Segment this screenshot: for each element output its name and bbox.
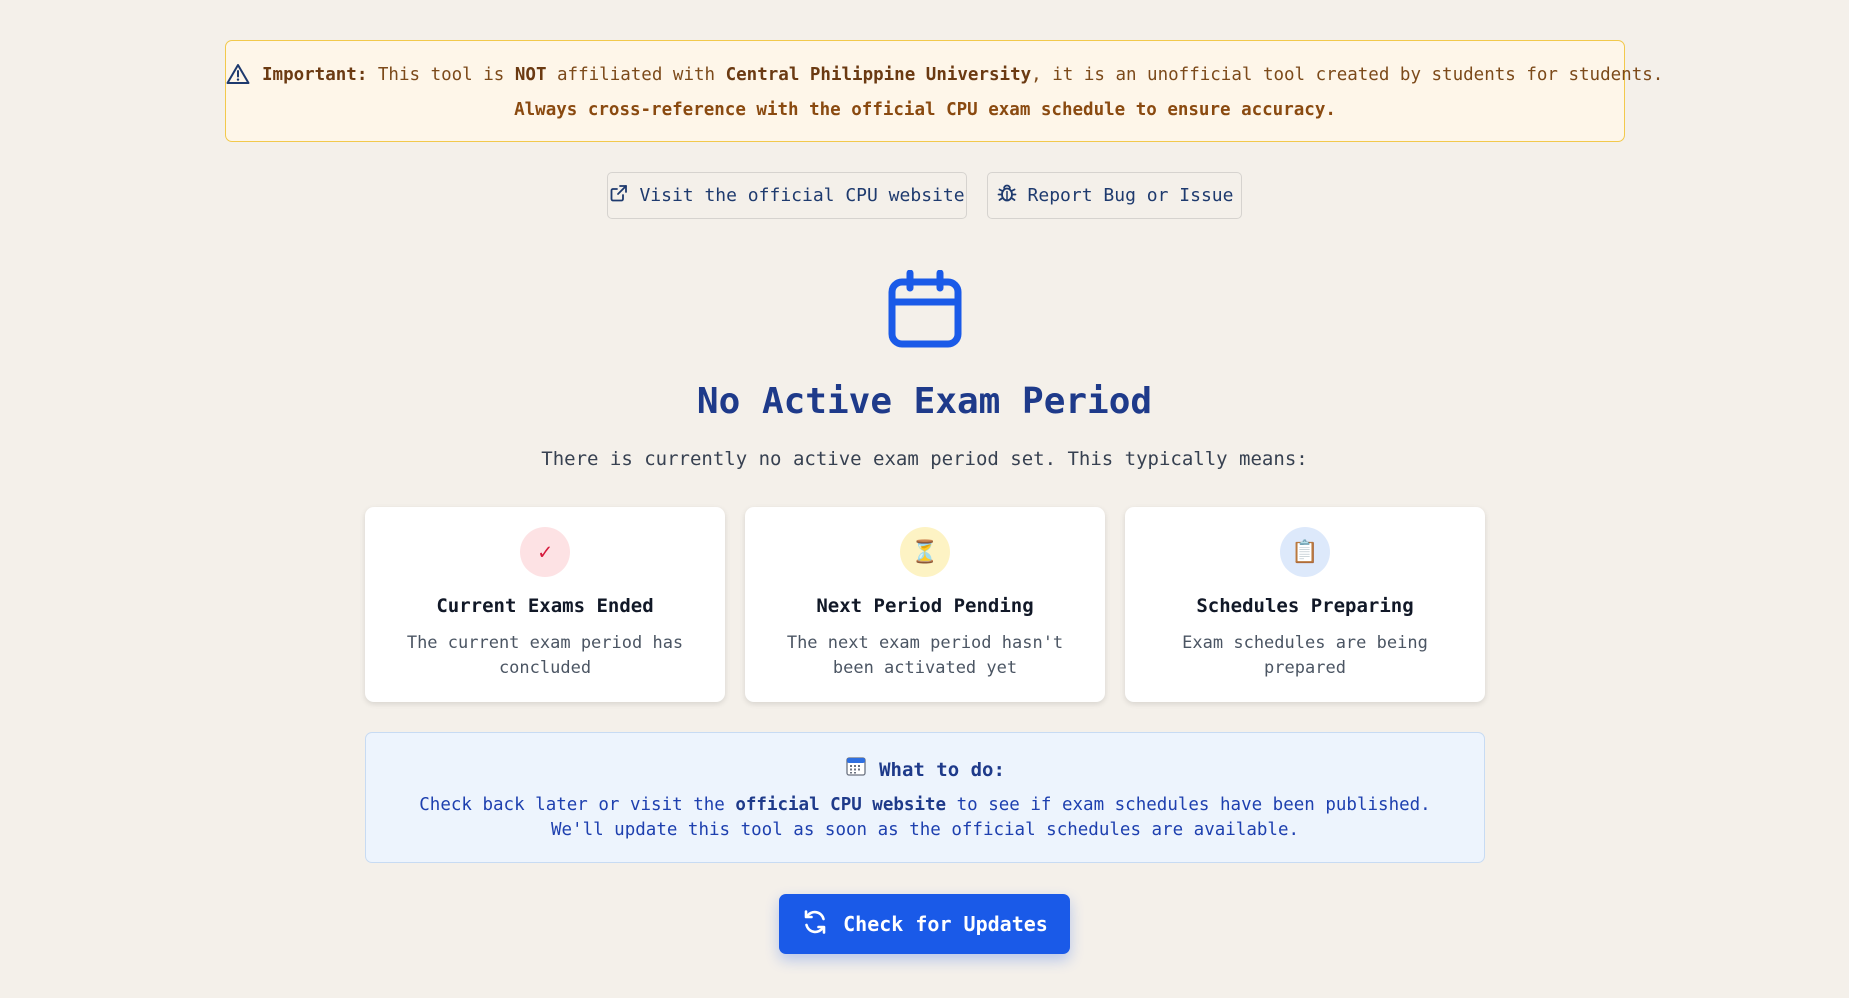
hourglass-icon: ⏳ — [900, 527, 950, 577]
card-title: Next Period Pending — [816, 595, 1034, 617]
visit-website-label: Visit the official CPU website — [639, 185, 965, 206]
check-for-updates-label: Check for Updates — [843, 912, 1048, 936]
page: Important: This tool is NOT affiliated w… — [0, 0, 1849, 998]
report-bug-label: Report Bug or Issue — [1027, 185, 1234, 206]
university-name: Central Philippine University — [725, 65, 1032, 85]
disclaimer-text: This tool is — [367, 65, 515, 85]
card-description: The next exam period hasn't been activat… — [786, 633, 1064, 678]
check-for-updates-button[interactable]: Check for Updates — [779, 894, 1070, 954]
what-to-do-body: Check back later or visit the official C… — [396, 793, 1454, 843]
warning-triangle-icon — [226, 63, 250, 92]
disclaimer-line-1: Important: This tool is NOT affiliated w… — [226, 63, 1663, 92]
disclaimer-banner: Important: This tool is NOT affiliated w… — [225, 40, 1663, 142]
calendar-small-icon — [845, 755, 867, 784]
card-title: Current Exams Ended — [436, 595, 654, 617]
what-to-do-title: What to do: — [879, 758, 1005, 781]
card-schedules-preparing: 📋 Schedules Preparing Exam schedules are… — [1125, 507, 1485, 702]
disclaimer-not: NOT — [514, 65, 547, 85]
refresh-icon — [801, 908, 829, 941]
checkmark-icon: ✓ — [520, 527, 570, 577]
card-title: Schedules Preparing — [1196, 595, 1414, 617]
external-link-icon — [609, 183, 629, 208]
disclaimer-text: , it is an unofficial tool created by st… — [1031, 65, 1664, 85]
what-to-do-panel: What to do: Check back later or visit th… — [365, 732, 1485, 863]
card-current-exams-ended: ✓ Current Exams Ended The current exam p… — [365, 507, 725, 702]
bug-icon — [996, 182, 1018, 209]
what-to-do-heading: What to do: — [366, 755, 1484, 784]
page-title: No Active Exam Period — [696, 381, 1153, 422]
info-text: Check back later or visit the — [419, 795, 736, 815]
report-bug-button[interactable]: Report Bug or Issue — [987, 172, 1242, 219]
calendar-icon — [888, 269, 962, 348]
disclaimer-label: Important: — [262, 65, 368, 85]
disclaimer-text: affiliated with — [546, 65, 726, 85]
card-next-period-pending: ⏳ Next Period Pending The next exam peri… — [745, 507, 1105, 702]
clipboard-icon: 📋 — [1280, 527, 1330, 577]
page-subtitle: There is currently no active exam period… — [541, 448, 1308, 470]
visit-website-button[interactable]: Visit the official CPU website — [607, 172, 967, 219]
official-website-link[interactable]: official CPU website — [735, 795, 946, 815]
card-description: Exam schedules are being prepared — [1182, 633, 1428, 678]
disclaimer-line-2: Always cross-reference with the official… — [514, 100, 1336, 120]
card-description: The current exam period has concluded — [406, 633, 684, 678]
